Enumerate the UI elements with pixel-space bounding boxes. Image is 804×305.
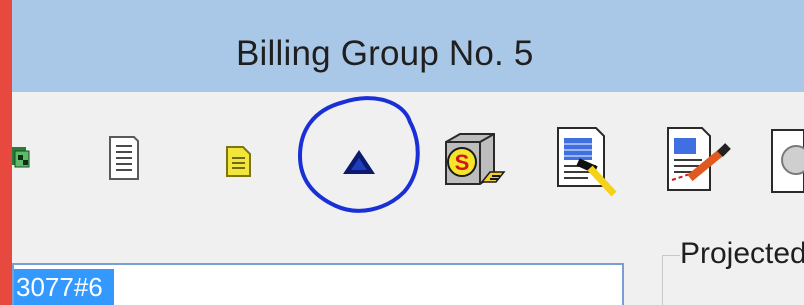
edit-document-icon[interactable] — [662, 124, 736, 196]
up-arrow-icon[interactable] — [340, 148, 378, 178]
clear-icon[interactable] — [770, 126, 804, 196]
report-hammer-icon[interactable] — [552, 124, 626, 196]
cards-icon[interactable] — [12, 143, 32, 171]
document-icon[interactable] — [106, 134, 142, 182]
projected-group-label: Projected — [680, 237, 804, 271]
title-bar: Billing Group No. 5 — [12, 0, 804, 92]
window-title: Billing Group No. 5 — [236, 34, 534, 73]
sorting-box-icon[interactable]: S — [438, 128, 512, 192]
selected-text: 3077#6 — [14, 269, 114, 305]
svg-text:S: S — [455, 150, 470, 175]
billing-input-field[interactable]: 3077#6 — [12, 263, 624, 305]
billing-window: Billing Group No. 5 S Projected 3077#6 — [12, 0, 804, 305]
note-icon[interactable] — [224, 145, 254, 179]
